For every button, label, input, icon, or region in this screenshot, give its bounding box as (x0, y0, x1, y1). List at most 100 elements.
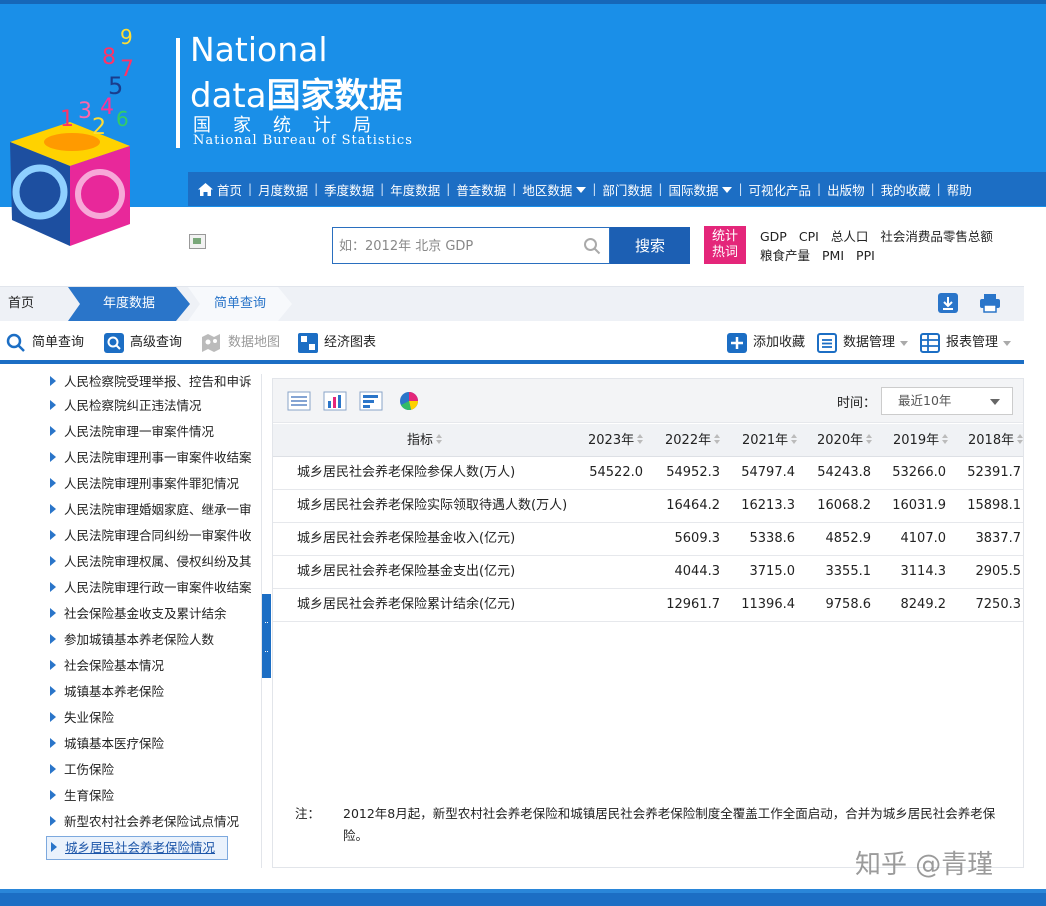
column-header-year[interactable]: 2021年 (742, 424, 798, 457)
tree-item[interactable]: 人民法院审理一审案件情况 (50, 421, 261, 443)
column-header-year[interactable]: 2020年 (817, 424, 873, 457)
table-row[interactable]: 城乡居民社会养老保险基金支出(亿元) 4044.3 3715.0 3355.1 … (273, 556, 1023, 589)
table-row[interactable]: 城乡居民社会养老保险实际领取待遇人数(万人) 16464.2 16213.3 1… (273, 490, 1023, 523)
tree-item[interactable]: 社会保险基本情况 (50, 655, 261, 677)
horizontal-bar-chart-icon[interactable] (359, 390, 383, 412)
nav-census[interactable]: 普查数据 (456, 180, 506, 199)
caret-right-icon (50, 608, 56, 618)
data-map-label: 数据地图 (228, 335, 281, 350)
hot-word-ppi[interactable]: PPI (856, 248, 875, 263)
nav-favorites[interactable]: 我的收藏 (881, 180, 931, 199)
nav-international[interactable]: 国际数据 (668, 180, 733, 199)
hot-word-population[interactable]: 总人口 (831, 229, 869, 244)
caret-right-icon (50, 530, 56, 540)
tree-item[interactable]: 社会保险基金收支及累计结余 (50, 603, 261, 625)
hot-badge-line2: 热词 (711, 245, 738, 260)
tree-item[interactable]: 人民法院审理行政一审案件收结案 (50, 577, 261, 599)
nav-regional[interactable]: 地区数据 (522, 180, 587, 199)
tree-item-selected[interactable]: 城乡居民社会养老保险情况 (46, 836, 228, 860)
logo-divider (176, 38, 180, 148)
search-button[interactable]: 搜索 (610, 227, 690, 264)
cell-value: 53266.0 (892, 465, 946, 480)
table-row[interactable]: 城乡居民社会养老保险参保人数(万人) 54522.0 54952.3 54797… (273, 457, 1023, 490)
hot-words-badge: 统计 热词 (704, 226, 746, 264)
hot-word-cpi[interactable]: CPI (799, 229, 819, 244)
hot-word-pmi[interactable]: PMI (822, 248, 844, 263)
column-header-label: 2022年 (665, 433, 712, 448)
add-favorite-button[interactable]: 添加收藏 (727, 333, 805, 353)
hot-word-retail[interactable]: 社会消费品零售总额 (880, 229, 993, 244)
cell-value: 12961.7 (666, 597, 720, 612)
pie-chart-icon[interactable] (397, 390, 421, 412)
column-header-year[interactable]: 2023年 (588, 424, 644, 457)
nav-help[interactable]: 帮助 (947, 180, 972, 199)
tree-item[interactable]: 新型农村社会养老保险试点情况 (50, 811, 261, 833)
advanced-search-icon (104, 333, 124, 353)
download-icon[interactable] (938, 293, 958, 313)
simple-query-button[interactable]: 简单查询 (6, 333, 84, 353)
nav-visualization[interactable]: 可视化产品 (749, 180, 812, 199)
table-view-icon[interactable] (287, 390, 311, 412)
row-indicator: 城乡居民社会养老保险基金收入(亿元) (297, 531, 516, 546)
list-box-icon (817, 333, 837, 353)
tree-item[interactable]: 工伤保险 (50, 759, 261, 781)
logo-national-text: National (190, 30, 328, 69)
time-range-select[interactable]: 最近10年 (881, 387, 1013, 415)
nav-department[interactable]: 部门数据 (602, 180, 652, 199)
tree-item-label: 失业保险 (64, 710, 115, 725)
tree-item[interactable]: 生育保险 (50, 785, 261, 807)
time-range-value: 最近10年 (898, 393, 952, 408)
report-management-menu[interactable]: 报表管理 (920, 333, 1012, 353)
search-icon[interactable] (583, 237, 601, 255)
tree-item[interactable]: 人民法院审理刑事案件罪犯情况 (50, 473, 261, 495)
tree-item[interactable]: 失业保险 (50, 707, 261, 729)
hot-words: GDP CPI 总人口 社会消费品零售总额 粮食产量 PMI PPI (760, 227, 1046, 265)
caret-right-icon (50, 790, 56, 800)
tree-item[interactable]: 人民法院审理婚姻家庭、继承一审 (50, 499, 261, 521)
table-row[interactable]: 城乡居民社会养老保险基金收入(亿元) 5609.3 5338.6 4852.9 … (273, 523, 1023, 556)
tree-item[interactable]: 人民法院审理合同纠纷一审案件收 (50, 525, 261, 547)
hot-word-grain[interactable]: 粮食产量 (760, 248, 810, 263)
breadcrumb-simple-query[interactable]: 简单查询 (188, 287, 292, 321)
cell-value: 16068.2 (817, 498, 871, 513)
sidebar-scrollbar[interactable] (262, 594, 271, 678)
search-input[interactable] (339, 236, 579, 256)
breadcrumb-annual[interactable]: 年度数据 (68, 287, 190, 321)
column-header-label: 2018年 (968, 433, 1015, 448)
printer-icon[interactable] (979, 293, 1001, 313)
map-icon (202, 334, 220, 352)
column-header-year[interactable]: 2022年 (665, 424, 721, 457)
nav-home[interactable]: 首页 (217, 180, 242, 199)
tree-item[interactable]: 城镇基本养老保险 (50, 681, 261, 703)
hot-word-gdp[interactable]: GDP (760, 229, 787, 244)
tree-item[interactable]: 人民检察院纠正违法情况 (50, 395, 261, 417)
nav-publications[interactable]: 出版物 (827, 180, 865, 199)
nav-annual[interactable]: 年度数据 (390, 180, 440, 199)
breadcrumb-home[interactable]: 首页 (8, 287, 34, 321)
cell-value: 8249.2 (900, 597, 947, 612)
sort-icon (1017, 434, 1024, 445)
data-map-button[interactable]: 数据地图 (200, 333, 280, 353)
sort-icon (436, 434, 443, 445)
tree-item-label: 社会保险基本情况 (64, 658, 165, 673)
column-header-indicator[interactable]: 指标 (407, 424, 443, 457)
data-management-menu[interactable]: 数据管理 (817, 333, 909, 353)
tree-item[interactable]: 人民检察院受理举报、控告和申诉 (50, 374, 261, 393)
tree-item[interactable]: 人民法院审理权属、侵权纠纷及其 (50, 551, 261, 573)
nav-monthly[interactable]: 月度数据 (258, 180, 308, 199)
bar-chart-icon[interactable] (323, 390, 347, 412)
column-header-year[interactable]: 2018年 (968, 424, 1024, 457)
column-header-year[interactable]: 2019年 (893, 424, 949, 457)
tree-item[interactable]: 城镇基本医疗保险 (50, 733, 261, 755)
nav-separator: | (658, 182, 663, 196)
tree-item-label: 人民法院审理刑事一审案件收结案 (64, 450, 252, 465)
table-row[interactable]: 城乡居民社会养老保险累计结余(亿元) 12961.7 11396.4 9758.… (273, 589, 1023, 622)
economic-chart-button[interactable]: 经济图表 (298, 333, 376, 353)
tree-item-label: 人民法院审理权属、侵权纠纷及其 (64, 554, 252, 569)
advanced-query-button[interactable]: 高级查询 (104, 333, 182, 353)
tree-item[interactable]: 人民法院审理刑事一审案件收结案 (50, 447, 261, 469)
nav-quarterly[interactable]: 季度数据 (324, 180, 374, 199)
view-toolbar: 时间： 最近10年 (273, 379, 1023, 423)
column-header-label: 2023年 (588, 433, 635, 448)
tree-item[interactable]: 参加城镇基本养老保险人数 (50, 629, 261, 651)
